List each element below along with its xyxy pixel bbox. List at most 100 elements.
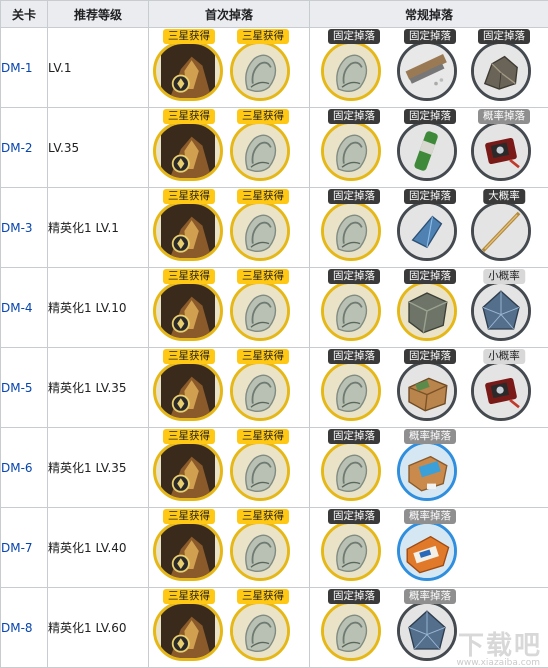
header-regular-drop: 常规掉落 bbox=[309, 0, 548, 28]
drop-tag: 固定掉落 bbox=[404, 189, 456, 204]
regular-drop-furniture-part[interactable]: 固定掉落 bbox=[318, 28, 390, 107]
regular-drop-orange-rod[interactable]: 大概率 bbox=[468, 188, 540, 267]
stage-link[interactable]: DM-7 bbox=[0, 507, 48, 588]
stage-link[interactable]: DM-6 bbox=[0, 427, 48, 508]
regular-drop-stone-block[interactable]: 固定掉落 bbox=[394, 268, 466, 347]
operator-portrait-icon bbox=[153, 441, 223, 501]
drop-tag: 固定掉落 bbox=[328, 29, 380, 44]
first-drop-cell: 三星获得 三星获得 bbox=[148, 427, 310, 508]
regular-drop-green-canister[interactable]: 固定掉落 bbox=[394, 108, 466, 187]
regular-drop-furniture-part[interactable]: 固定掉落 bbox=[318, 588, 390, 667]
regular-drop-cell: 固定掉落 固定掉落 小概率 bbox=[309, 347, 548, 428]
first-drop-operator-portrait[interactable]: 三星获得 bbox=[153, 428, 225, 507]
drop-tag: 固定掉落 bbox=[328, 109, 380, 124]
first-drop-furniture-part[interactable]: 三星获得 bbox=[227, 348, 299, 427]
first-drop-furniture-part[interactable]: 三星获得 bbox=[227, 428, 299, 507]
regular-drop-supply-crate[interactable]: 固定掉落 bbox=[394, 348, 466, 427]
furniture-part-icon bbox=[230, 281, 290, 341]
stage-link[interactable]: DM-2 bbox=[0, 107, 48, 188]
blue-package-icon bbox=[397, 441, 457, 501]
regular-drop-furniture-part[interactable]: 固定掉落 bbox=[318, 268, 390, 347]
drop-tag: 固定掉落 bbox=[328, 589, 380, 604]
regular-drop-red-device[interactable]: 概率掉落 bbox=[468, 108, 540, 187]
red-device-icon bbox=[471, 121, 531, 181]
stage-link[interactable]: DM-1 bbox=[0, 27, 48, 108]
recommended-level: LV.35 bbox=[47, 107, 149, 188]
regular-drop-cell: 固定掉落 固定掉落 固定掉落 bbox=[309, 27, 548, 108]
header-first-drop: 首次掉落 bbox=[148, 0, 310, 28]
drop-tag: 固定掉落 bbox=[404, 349, 456, 364]
regular-drop-furniture-part[interactable]: 固定掉落 bbox=[318, 348, 390, 427]
regular-drop-cell: 固定掉落 固定掉落 概率掉落 bbox=[309, 107, 548, 188]
recommended-level: 精英化1 LV.10 bbox=[47, 267, 149, 348]
furniture-part-icon bbox=[230, 521, 290, 581]
header-row: 关卡 推荐等级 首次掉落 常规掉落 bbox=[0, 0, 548, 28]
regular-drop-orange-package[interactable]: 概率掉落 bbox=[394, 508, 466, 587]
first-drop-operator-portrait[interactable]: 三星获得 bbox=[153, 268, 225, 347]
regular-drop-furniture-part[interactable]: 固定掉落 bbox=[318, 108, 390, 187]
furniture-part-icon bbox=[230, 201, 290, 261]
stage-link[interactable]: DM-4 bbox=[0, 267, 48, 348]
regular-drop-polyhedron[interactable]: 概率掉落 bbox=[394, 588, 466, 667]
supply-crate-icon bbox=[397, 361, 457, 421]
operator-portrait-icon bbox=[153, 41, 223, 101]
first-drop-cell: 三星获得 三星获得 bbox=[148, 187, 310, 268]
first-drop-operator-portrait[interactable]: 三星获得 bbox=[153, 508, 225, 587]
furniture-part-icon bbox=[321, 361, 381, 421]
furniture-part-icon bbox=[321, 441, 381, 501]
regular-drop-cell: 固定掉落 固定掉落 小概率 bbox=[309, 267, 548, 348]
first-drop-furniture-part[interactable]: 三星获得 bbox=[227, 508, 299, 587]
regular-drop-furniture-part[interactable]: 固定掉落 bbox=[318, 428, 390, 507]
stage-link[interactable]: DM-5 bbox=[0, 347, 48, 428]
first-drop-cell: 三星获得 三星获得 bbox=[148, 507, 310, 588]
first-drop-operator-portrait[interactable]: 三星获得 bbox=[153, 108, 225, 187]
regular-drop-red-device[interactable]: 小概率 bbox=[468, 348, 540, 427]
orange-package-icon bbox=[397, 521, 457, 581]
regular-drop-blue-package[interactable]: 概率掉落 bbox=[394, 428, 466, 507]
regular-drop-polyhedron[interactable]: 小概率 bbox=[468, 268, 540, 347]
table-row: DM-3 精英化1 LV.1 三星获得 三星获得 固定掉落 固定掉落 大概率 bbox=[0, 187, 548, 268]
orange-rod-icon bbox=[471, 201, 531, 261]
first-drop-furniture-part[interactable]: 三星获得 bbox=[227, 268, 299, 347]
operator-portrait-icon bbox=[153, 281, 223, 341]
first-drop-furniture-part[interactable]: 三星获得 bbox=[227, 28, 299, 107]
regular-drop-blue-crystal[interactable]: 固定掉落 bbox=[394, 188, 466, 267]
first-drop-operator-portrait[interactable]: 三星获得 bbox=[153, 588, 225, 667]
table-row: DM-7 精英化1 LV.40 三星获得 三星获得 固定掉落 概率掉落 bbox=[0, 507, 548, 588]
drop-tag: 三星获得 bbox=[163, 589, 215, 604]
drop-tag: 三星获得 bbox=[237, 509, 289, 524]
regular-drop-furniture-part[interactable]: 固定掉落 bbox=[318, 508, 390, 587]
furniture-part-icon bbox=[230, 601, 290, 661]
polyhedron-icon bbox=[397, 601, 457, 661]
drop-tag: 固定掉落 bbox=[328, 189, 380, 204]
drop-tag: 三星获得 bbox=[237, 29, 289, 44]
furniture-part-icon bbox=[321, 41, 381, 101]
furniture-part-icon bbox=[230, 441, 290, 501]
stone-block-icon bbox=[397, 281, 457, 341]
drop-tag: 固定掉落 bbox=[404, 29, 456, 44]
operator-portrait-icon bbox=[153, 601, 223, 661]
first-drop-operator-portrait[interactable]: 三星获得 bbox=[153, 348, 225, 427]
table-row: DM-1 LV.1 三星获得 三星获得 固定掉落 固定掉落 固定掉落 bbox=[0, 27, 548, 108]
drop-tag: 三星获得 bbox=[237, 349, 289, 364]
drop-tag: 三星获得 bbox=[163, 29, 215, 44]
regular-drop-ore-material[interactable]: 固定掉落 bbox=[468, 28, 540, 107]
stage-link[interactable]: DM-3 bbox=[0, 187, 48, 268]
first-drop-operator-portrait[interactable]: 三星获得 bbox=[153, 188, 225, 267]
drop-tag: 三星获得 bbox=[163, 269, 215, 284]
regular-drop-furniture-part[interactable]: 固定掉落 bbox=[318, 188, 390, 267]
first-drop-furniture-part[interactable]: 三星获得 bbox=[227, 588, 299, 667]
blue-crystal-icon bbox=[397, 201, 457, 261]
stage-link[interactable]: DM-8 bbox=[0, 587, 48, 668]
table-row: DM-5 精英化1 LV.35 三星获得 三星获得 固定掉落 固定掉落 小概率 bbox=[0, 347, 548, 428]
ore-material-icon bbox=[471, 41, 531, 101]
first-drop-operator-portrait[interactable]: 三星获得 bbox=[153, 28, 225, 107]
furniture-part-icon bbox=[321, 201, 381, 261]
first-drop-furniture-part[interactable]: 三星获得 bbox=[227, 188, 299, 267]
drop-tag: 概率掉落 bbox=[478, 109, 530, 124]
regular-drop-building-material[interactable]: 固定掉落 bbox=[394, 28, 466, 107]
drop-tag: 固定掉落 bbox=[478, 29, 530, 44]
first-drop-furniture-part[interactable]: 三星获得 bbox=[227, 108, 299, 187]
drop-tag: 三星获得 bbox=[163, 109, 215, 124]
green-canister-icon bbox=[397, 121, 457, 181]
